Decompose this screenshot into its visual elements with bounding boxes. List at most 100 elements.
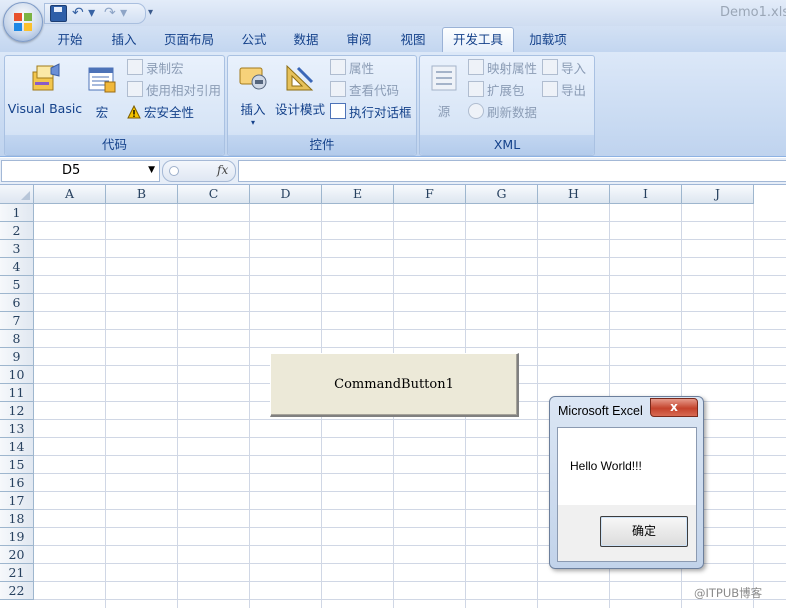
row-header-14[interactable]: 14: [0, 438, 34, 456]
group-controls-label: 控件: [228, 135, 416, 155]
office-logo-icon: [14, 13, 32, 31]
row-header-11[interactable]: 11: [0, 384, 34, 402]
row-header-16[interactable]: 16: [0, 474, 34, 492]
tab-view[interactable]: 视图: [391, 28, 435, 52]
window-title: Demo1.xls: [720, 5, 786, 20]
xml-source-button[interactable]: 源: [426, 62, 462, 120]
group-controls: 插入 ▾ 设计模式 属性 查看代码 执行对话框 控件: [227, 55, 417, 156]
macro-security-button[interactable]: 宏安全性: [127, 103, 194, 123]
column-header-h[interactable]: H: [538, 185, 610, 204]
ribbon: Visual Basic 宏 录制宏 使用相对引用 宏安全性 代码 插入 ▾ 设…: [0, 52, 786, 157]
macros-icon: [87, 66, 117, 94]
view-code-icon: [330, 81, 346, 97]
properties-icon: [330, 59, 346, 75]
group-xml: 源 映射属性 扩展包 刷新数据 导入 导出 XML: [419, 55, 595, 156]
expand-formula-icon[interactable]: [169, 166, 179, 176]
close-button[interactable]: x: [650, 398, 698, 417]
message-box-body: Hello World!!! 确定: [557, 427, 697, 562]
customize-qat-icon[interactable]: ▾: [148, 5, 158, 21]
row-header-10[interactable]: 10: [0, 366, 34, 384]
tab-page-layout[interactable]: 页面布局: [156, 28, 222, 52]
select-all-button[interactable]: [0, 185, 34, 204]
tab-review[interactable]: 审阅: [337, 28, 381, 52]
expansion-packs-button[interactable]: 扩展包: [468, 81, 525, 101]
tab-insert[interactable]: 插入: [102, 28, 146, 52]
column-header-e[interactable]: E: [322, 185, 394, 204]
tab-add-ins[interactable]: 加载项: [522, 28, 574, 52]
visual-basic-icon: [29, 62, 61, 94]
save-icon[interactable]: [50, 5, 67, 22]
design-mode-label: 设计模式: [274, 102, 325, 117]
row-header-17[interactable]: 17: [0, 492, 34, 510]
group-code-label: 代码: [5, 135, 224, 155]
record-macro-button[interactable]: 录制宏: [127, 59, 184, 79]
column-header-b[interactable]: B: [106, 185, 178, 204]
tab-home[interactable]: 开始: [48, 28, 92, 52]
xml-source-icon: [428, 62, 460, 94]
record-macro-icon: [127, 59, 143, 75]
insert-function-button[interactable]: fx: [217, 163, 228, 177]
row-header-22[interactable]: 22: [0, 582, 34, 600]
redo-icon[interactable]: ↷ ▾: [104, 5, 130, 21]
export-button[interactable]: 导出: [542, 81, 586, 101]
column-header-d[interactable]: D: [250, 185, 322, 204]
row-header-19[interactable]: 19: [0, 528, 34, 546]
row-header-20[interactable]: 20: [0, 546, 34, 564]
column-header-g[interactable]: G: [466, 185, 538, 204]
row-header-12[interactable]: 12: [0, 402, 34, 420]
name-box-value: D5: [62, 163, 81, 178]
row-header-3[interactable]: 3: [0, 240, 34, 258]
formula-input[interactable]: [238, 160, 786, 182]
undo-icon[interactable]: ↶ ▾: [72, 5, 98, 21]
column-header-c[interactable]: C: [178, 185, 250, 204]
group-code: Visual Basic 宏 录制宏 使用相对引用 宏安全性 代码: [4, 55, 225, 156]
run-dialog-button[interactable]: 执行对话框: [330, 103, 412, 123]
design-mode-button[interactable]: 设计模式: [274, 62, 326, 118]
tab-data[interactable]: 数据: [284, 28, 328, 52]
view-code-button[interactable]: 查看代码: [330, 81, 399, 101]
column-header-f[interactable]: F: [394, 185, 466, 204]
design-mode-icon: [284, 62, 316, 94]
row-header-15[interactable]: 15: [0, 456, 34, 474]
row-header-6[interactable]: 6: [0, 294, 34, 312]
message-text: Hello World!!!: [570, 459, 642, 473]
row-header-13[interactable]: 13: [0, 420, 34, 438]
column-header-j[interactable]: J: [682, 185, 754, 204]
import-button[interactable]: 导入: [542, 59, 586, 79]
column-header-a[interactable]: A: [34, 185, 106, 204]
row-header-4[interactable]: 4: [0, 258, 34, 276]
row-header-9[interactable]: 9: [0, 348, 34, 366]
row-header-5[interactable]: 5: [0, 276, 34, 294]
visual-basic-button[interactable]: Visual Basic: [7, 62, 83, 116]
map-properties-button[interactable]: 映射属性: [468, 59, 537, 79]
formula-tools: fx: [162, 160, 236, 182]
column-header-i[interactable]: I: [610, 185, 682, 204]
properties-button[interactable]: 属性: [330, 59, 374, 79]
relative-reference-button[interactable]: 使用相对引用: [127, 81, 221, 101]
command-button[interactable]: CommandButton1: [270, 353, 519, 417]
message-box-title: Microsoft Excel: [558, 404, 643, 418]
row-header-8[interactable]: 8: [0, 330, 34, 348]
row-header-2[interactable]: 2: [0, 222, 34, 240]
office-button[interactable]: [3, 2, 43, 42]
name-box-dropdown-icon[interactable]: ▼: [148, 165, 155, 175]
row-header-7[interactable]: 7: [0, 312, 34, 330]
run-dialog-icon: [330, 103, 346, 119]
formula-bar: D5 ▼ fx: [0, 158, 786, 185]
insert-control-icon: [237, 62, 269, 94]
row-header-21[interactable]: 21: [0, 564, 34, 582]
name-box[interactable]: D5 ▼: [1, 160, 160, 182]
expansion-packs-icon: [468, 81, 484, 97]
map-properties-icon: [468, 59, 484, 75]
ok-button[interactable]: 确定: [600, 516, 688, 547]
tab-formulas[interactable]: 公式: [232, 28, 276, 52]
refresh-data-button[interactable]: 刷新数据: [468, 103, 537, 123]
insert-control-button[interactable]: 插入 ▾: [232, 62, 274, 128]
message-box-dialog: Microsoft Excel x Hello World!!! 确定: [549, 396, 704, 569]
tab-developer[interactable]: 开发工具: [442, 27, 514, 54]
row-header-18[interactable]: 18: [0, 510, 34, 528]
import-icon: [542, 59, 558, 75]
macros-button[interactable]: 宏: [85, 66, 119, 121]
row-header-1[interactable]: 1: [0, 204, 34, 222]
xml-source-label: 源: [437, 104, 451, 119]
